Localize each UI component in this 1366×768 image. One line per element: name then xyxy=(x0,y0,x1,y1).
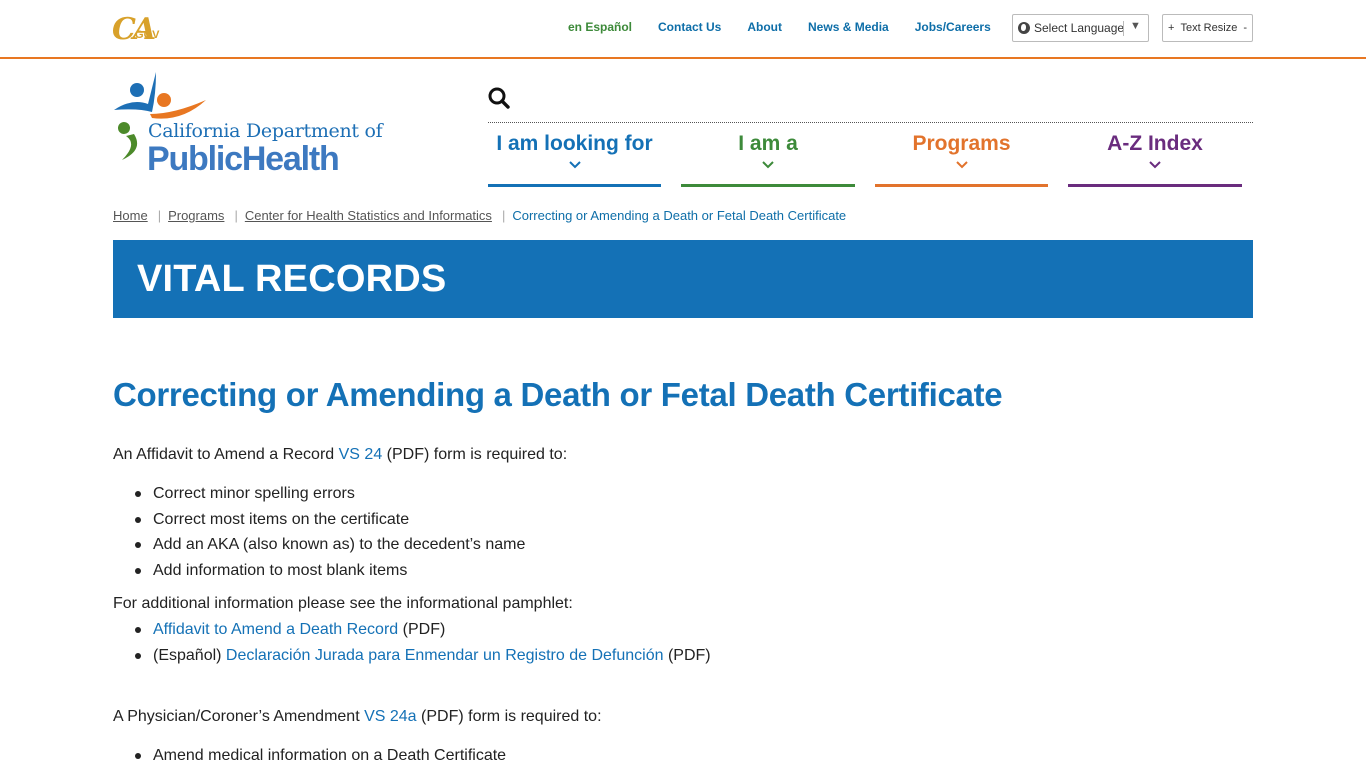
section-banner: VITAL RECORDS xyxy=(113,240,1253,318)
list-item: Affidavit to Amend a Death Record (PDF) xyxy=(135,617,1253,643)
select-divider xyxy=(1123,21,1124,36)
nav-label: I am a xyxy=(738,132,798,155)
about-link[interactable]: About xyxy=(747,20,782,34)
search-icon[interactable] xyxy=(487,86,511,110)
text-resize-control[interactable]: + Text Resize - xyxy=(1162,14,1253,42)
list-item: Add an AKA (also known as) to the decede… xyxy=(135,532,1253,558)
nav-i-am-looking-for[interactable]: I am looking for xyxy=(488,130,661,187)
vs24a-link[interactable]: VS 24a xyxy=(364,708,416,725)
section1-list: Correct minor spelling errors Correct mo… xyxy=(135,481,1253,584)
intro-text: A Physician/Coroner’s Amendment xyxy=(113,708,365,726)
breadcrumb-current: Correcting or Amending a Death or Fetal … xyxy=(512,208,847,223)
language-label: (Español) xyxy=(153,646,226,664)
utility-links: en Español Contact Us About News & Media… xyxy=(568,20,1017,34)
section3-intro: A Physician/Coroner’s Amendment VS 24a (… xyxy=(113,706,1253,728)
news-media-link[interactable]: News & Media xyxy=(808,20,889,34)
nav-underline xyxy=(875,184,1048,187)
nav-label: Programs xyxy=(912,132,1011,155)
breadcrumb-programs[interactable]: Programs xyxy=(168,208,224,223)
nav-i-am-a[interactable]: I am a xyxy=(681,130,855,187)
vs24-link[interactable]: VS 24 xyxy=(339,446,383,463)
section3-list: Amend medical information on a Death Cer… xyxy=(135,743,1253,768)
section2-list: Affidavit to Amend a Death Record (PDF) … xyxy=(135,617,1253,668)
pdf-label: (PDF) xyxy=(398,620,446,638)
nav-underline xyxy=(1068,184,1242,187)
jobs-careers-link[interactable]: Jobs/Careers xyxy=(915,20,991,34)
page-title: Correcting or Amending a Death or Fetal … xyxy=(113,376,1003,413)
contact-us-link[interactable]: Contact Us xyxy=(658,20,721,34)
text-resize-plus[interactable]: + xyxy=(1168,22,1174,34)
language-select-label: Select Language xyxy=(1034,21,1125,35)
nav-label: I am looking for xyxy=(496,132,653,155)
breadcrumb-divider: | xyxy=(501,208,506,223)
nav-a-z-index[interactable]: A-Z Index xyxy=(1068,130,1242,187)
nav-programs[interactable]: Programs xyxy=(875,130,1048,187)
intro-text: An Affidavit to Amend a Record xyxy=(113,446,339,463)
list-item: Correct minor spelling errors xyxy=(135,481,1253,507)
text-resize-label: Text Resize xyxy=(1180,22,1238,34)
breadcrumb-divider: | xyxy=(157,208,162,223)
utility-bar: CA .GOV en Español Contact Us About News… xyxy=(0,0,1366,59)
logo-line-1: California Department of xyxy=(148,120,383,142)
globe-icon xyxy=(1018,22,1030,34)
breadcrumb-chsi[interactable]: Center for Health Statistics and Informa… xyxy=(245,208,492,223)
nav-label: A-Z Index xyxy=(1107,132,1203,155)
breadcrumb: Home | Programs | Center for Health Stat… xyxy=(113,208,846,223)
affidavit-pamphlet-link[interactable]: Affidavit to Amend a Death Record xyxy=(153,621,398,638)
list-item: Correct most items on the certificate xyxy=(135,507,1253,533)
ca-logo-gov: .GOV xyxy=(132,29,160,41)
intro-text: (PDF) form is required to: xyxy=(382,446,568,463)
intro-text: (PDF) form is required to: xyxy=(416,708,602,726)
declaracion-pamphlet-link[interactable]: Declaración Jurada para Enmendar un Regi… xyxy=(226,647,664,664)
main-content: Correcting or Amending a Death or Fetal … xyxy=(113,376,1253,768)
logo-line-2: PublicHealth xyxy=(147,140,340,178)
ca-gov-logo[interactable]: CA .GOV xyxy=(112,12,160,47)
list-item: Add information to most blank items xyxy=(135,558,1253,584)
list-item: (Español) Declaración Jurada para Enmend… xyxy=(135,643,1253,669)
nav-underline xyxy=(681,184,855,187)
caret-down-icon: ▼ xyxy=(1130,20,1141,32)
nav-underline xyxy=(488,184,661,187)
list-item: Amend medical information on a Death Cer… xyxy=(135,743,1253,768)
text-resize-minus[interactable]: - xyxy=(1243,22,1247,34)
chevron-down-icon xyxy=(1149,161,1161,169)
chevron-down-icon xyxy=(762,161,774,169)
chevron-down-icon xyxy=(955,161,968,169)
nav-divider xyxy=(488,122,1253,123)
cdph-logo[interactable]: California Department of PublicHealth xyxy=(112,70,383,180)
chevron-down-icon xyxy=(568,161,581,169)
section1-intro: An Affidavit to Amend a Record VS 24 (PD… xyxy=(113,444,1253,466)
pdf-label: (PDF) xyxy=(663,646,711,664)
language-select[interactable]: Select Language ▼ xyxy=(1012,14,1149,42)
section2-intro: For additional information please see th… xyxy=(113,594,573,612)
banner-title: VITAL RECORDS xyxy=(137,258,447,300)
breadcrumb-home[interactable]: Home xyxy=(113,208,148,223)
espanol-link[interactable]: en Español xyxy=(568,20,632,34)
breadcrumb-divider: | xyxy=(234,208,238,223)
